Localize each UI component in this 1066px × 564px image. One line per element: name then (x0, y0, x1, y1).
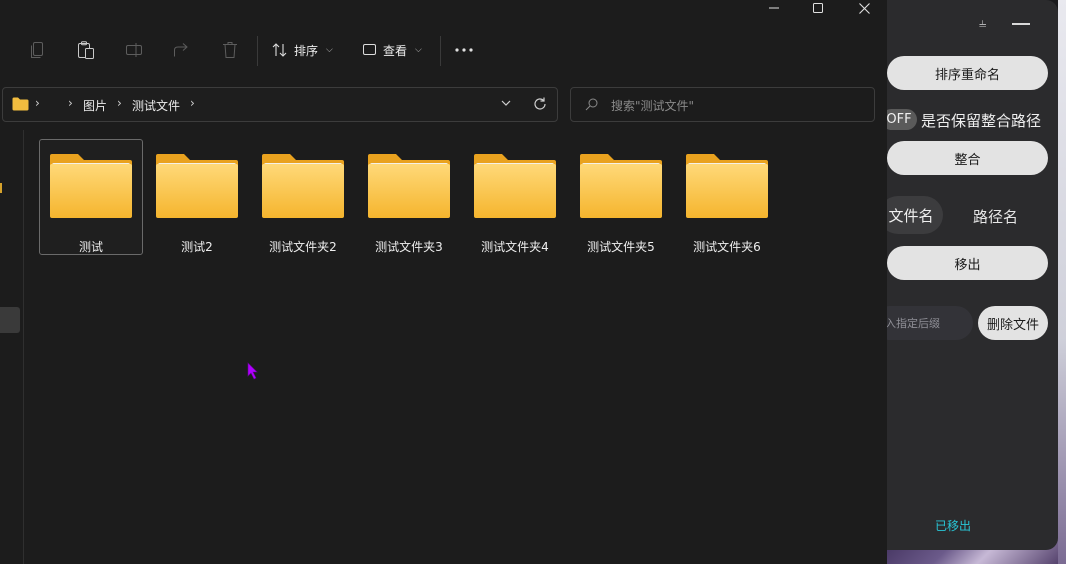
pin-icon[interactable]: ⫨ (979, 16, 986, 31)
rename-icon (126, 43, 142, 57)
chevron-right-icon: › (190, 96, 195, 110)
view-icon (363, 44, 376, 55)
folder-icon (50, 154, 132, 218)
minimize-icon (769, 7, 779, 9)
close-button[interactable] (841, 0, 887, 16)
copy-icon (31, 42, 43, 58)
chevron-right-icon: › (35, 96, 40, 110)
panel-minimize-button[interactable] (1012, 23, 1030, 25)
move-out-button[interactable]: 移出 (887, 246, 1048, 280)
folder-item[interactable]: 测试文件夹5 (569, 139, 673, 255)
mode-filename-tab[interactable]: 文件名 (887, 196, 943, 234)
command-bar: 排序 ⌵ 查看 ⌵ (0, 30, 887, 70)
folder-icon (474, 154, 556, 218)
folder-name: 测试 (78, 240, 103, 254)
sort-rename-button[interactable]: 排序重命名 (887, 56, 1048, 90)
sort-label: 排序 (294, 43, 319, 58)
suffix-input[interactable]: 入指定后缀 (887, 306, 973, 340)
keep-path-label: 是否保留整合路径 (921, 112, 1042, 130)
folder-icon (262, 154, 344, 218)
folder-icon (580, 154, 662, 218)
toolbar-separator (440, 36, 441, 66)
more-button[interactable] (452, 38, 476, 62)
chevron-right-icon: › (68, 96, 73, 110)
search-input[interactable]: 搜索"测试文件" (570, 87, 875, 122)
chevron-down-icon[interactable] (501, 100, 511, 107)
folder-name: 测试2 (181, 240, 213, 254)
rename-button[interactable] (122, 38, 146, 62)
folder-icon (686, 154, 768, 218)
share-icon (174, 43, 188, 57)
search-icon (585, 98, 598, 111)
nav-item-indicator (0, 183, 2, 193)
desktop-wallpaper-edge (1058, 0, 1066, 564)
chevron-down-icon: ⌵ (326, 45, 333, 55)
chevron-down-icon: ⌵ (415, 45, 422, 55)
keep-path-toggle[interactable]: OFF (887, 109, 917, 130)
view-label: 查看 (383, 43, 408, 58)
folder-item[interactable]: 测试 (39, 139, 143, 255)
folder-item[interactable]: 测试文件夹3 (357, 139, 461, 255)
breadcrumb-pictures[interactable]: 图片 (83, 97, 107, 114)
toolbar-separator (257, 36, 258, 66)
more-icon (455, 48, 473, 52)
copy-button[interactable] (26, 38, 50, 62)
delete-file-button[interactable]: 删除文件 (978, 306, 1048, 340)
folder-name: 测试文件夹4 (481, 240, 549, 254)
folder-name: 测试文件夹2 (269, 240, 337, 254)
mode-pathname-tab[interactable]: 路径名 (973, 206, 1018, 227)
minimize-button[interactable] (751, 0, 797, 16)
sort-icon (272, 43, 287, 57)
view-menu-button[interactable]: 查看 ⌵ (363, 38, 422, 62)
folder-name: 测试文件夹6 (693, 240, 761, 254)
delete-icon (223, 42, 237, 58)
file-explorer-window: 排序 ⌵ 查看 ⌵ › › 图片 › 测试文件 › 搜索"测试文件" 测试 测试… (0, 0, 887, 564)
folder-name: 测试文件夹3 (375, 240, 443, 254)
nav-item-selected[interactable] (0, 307, 20, 333)
navigation-pane (0, 130, 24, 564)
folder-item[interactable]: 测试文件夹2 (251, 139, 355, 255)
mouse-cursor-icon (247, 362, 258, 380)
folder-item[interactable]: 测试文件夹6 (675, 139, 779, 255)
close-icon (858, 2, 870, 14)
merge-button[interactable]: 整合 (887, 141, 1048, 175)
maximize-button[interactable] (795, 0, 841, 16)
delete-button[interactable] (218, 38, 242, 62)
address-bar[interactable]: › › 图片 › 测试文件 › (2, 87, 558, 122)
paste-icon (78, 41, 94, 59)
chevron-right-icon: › (117, 96, 122, 110)
sort-menu-button[interactable]: 排序 ⌵ (272, 38, 333, 62)
paste-button[interactable] (74, 38, 98, 62)
folder-icon (368, 154, 450, 218)
rename-tool-panel: ⫨ 排序重命名 OFF 是否保留整合路径 整合 文件名 路径名 移出 入指定后缀… (887, 0, 1058, 550)
refresh-icon[interactable] (533, 97, 547, 111)
breadcrumb-test-files[interactable]: 测试文件 (132, 97, 180, 114)
status-text: 已移出 (935, 519, 972, 533)
folder-item[interactable]: 测试2 (145, 139, 249, 255)
search-placeholder: 搜索"测试文件" (611, 99, 695, 113)
folder-item[interactable]: 测试文件夹4 (463, 139, 567, 255)
folder-name: 测试文件夹5 (587, 240, 655, 254)
maximize-icon (813, 3, 823, 13)
folder-icon (12, 97, 29, 111)
folder-icon (156, 154, 238, 218)
share-button[interactable] (170, 38, 194, 62)
